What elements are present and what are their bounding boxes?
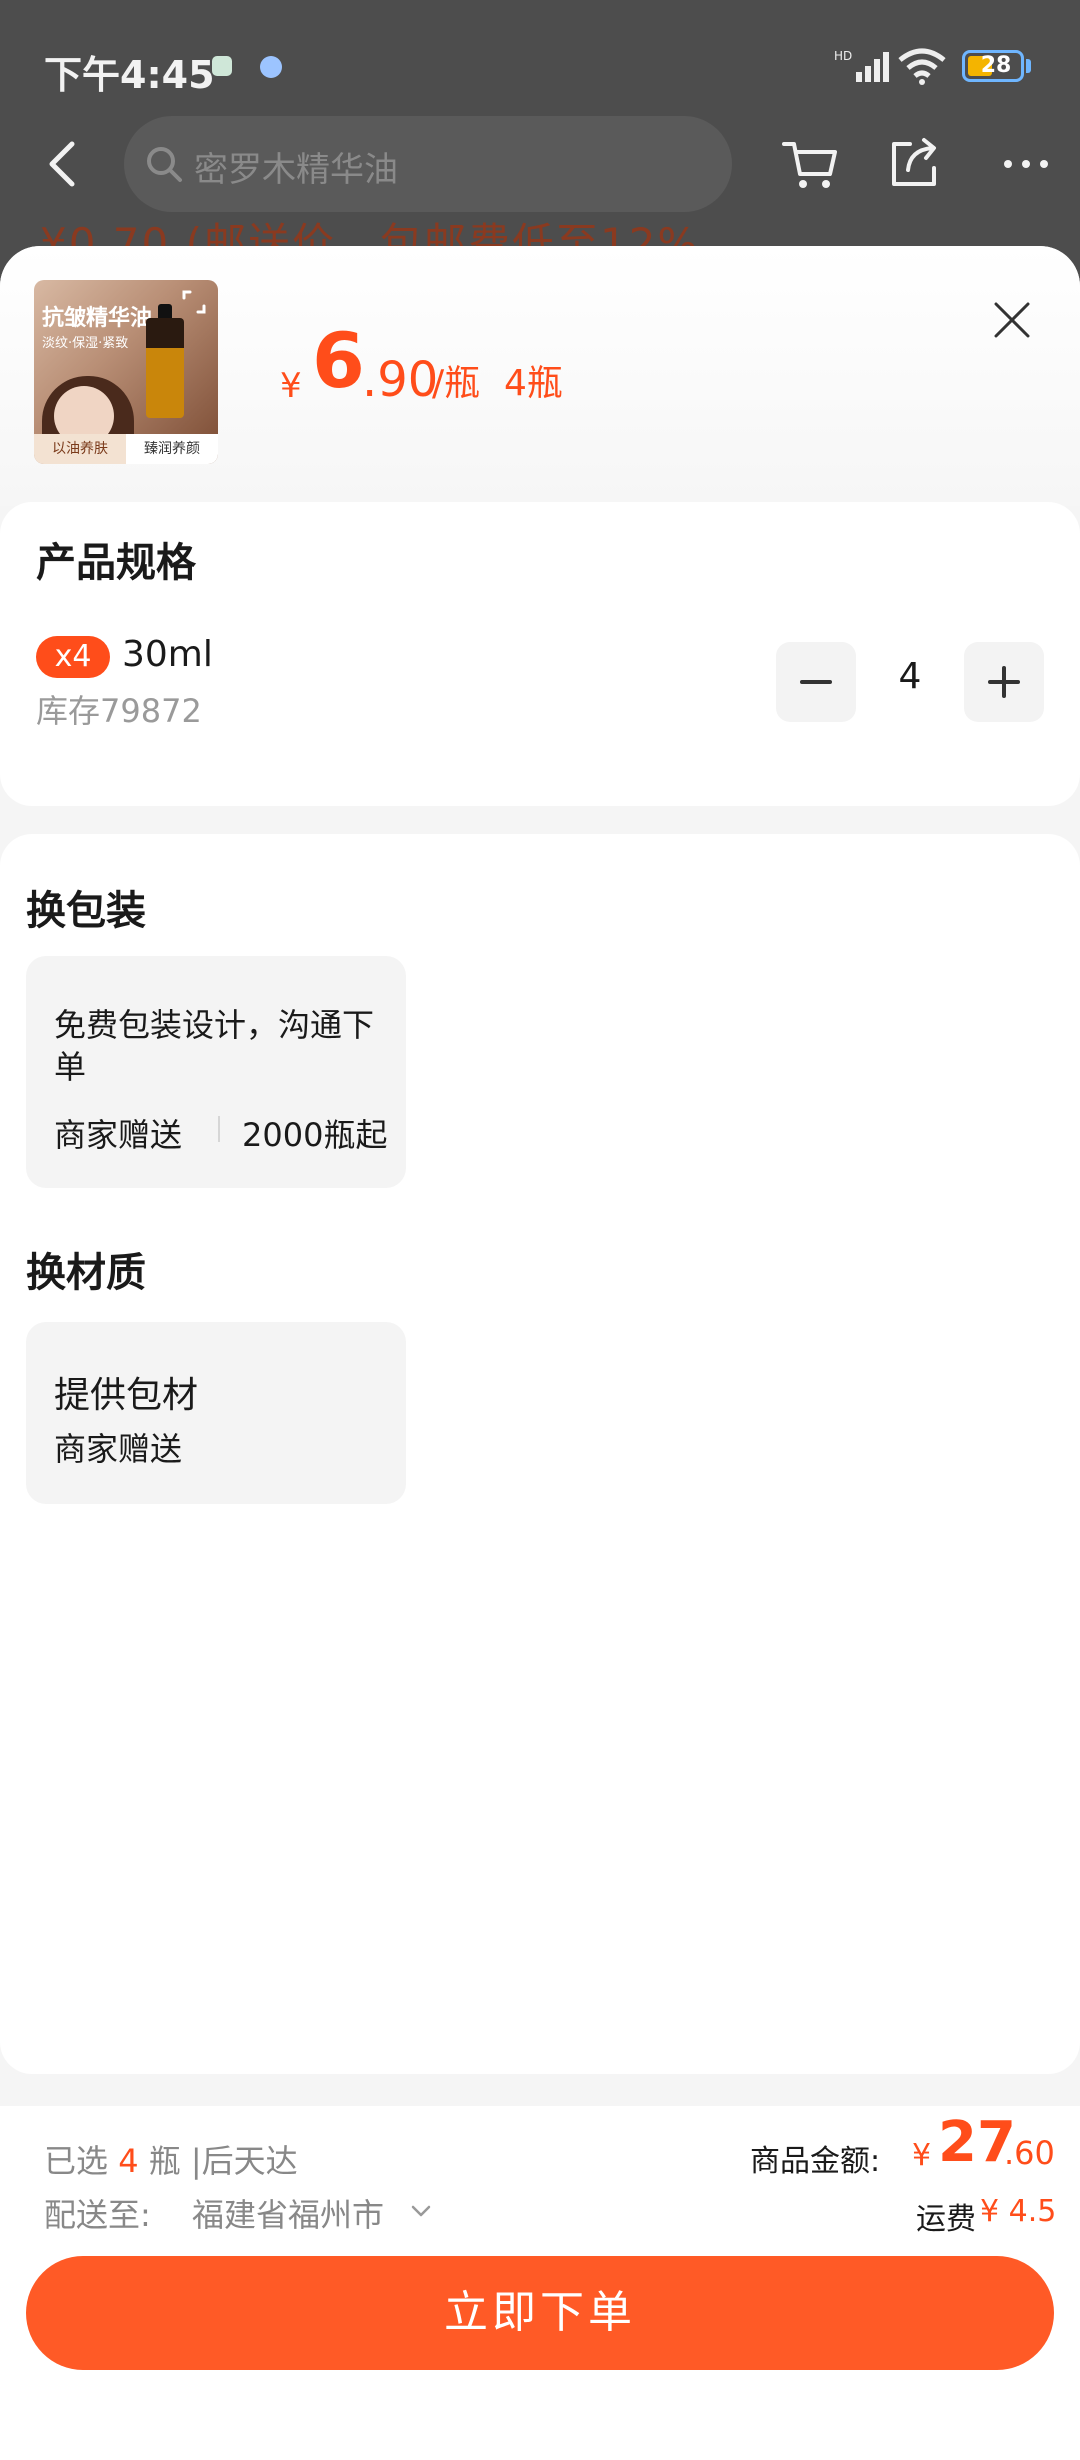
packaging-option-divider [218,1116,220,1142]
search-placeholder: 密罗木精华油 [194,150,398,190]
price-quantity: 4瓶 [504,363,563,404]
product-thumbnail[interactable]: 抗皱精华油 淡纹·保湿·紧致 以油养肤 臻润养颜 [34,280,218,464]
spec-stock: 库存79872 [36,692,202,730]
sheet-header: 抗皱精华油 淡纹·保湿·紧致 以油养肤 臻润养颜 ¥ 6 .90 /瓶 4瓶 [0,246,1080,506]
shipping-label: 运费 [916,2202,976,2237]
total-label: 商品金额: [750,2144,881,2179]
material-option-line1: 提供包材 [54,1375,199,1416]
more-icon[interactable] [996,134,1056,194]
notification-icon [212,56,232,76]
close-icon[interactable] [984,292,1040,348]
share-icon[interactable] [884,134,944,194]
signal-icon: HD [834,49,889,82]
status-time: 下午4:45 [44,53,215,97]
deliver-label: 配送至: [44,2196,151,2234]
back-button[interactable] [36,136,92,192]
quantity-value[interactable]: 4 [870,656,950,697]
spec-badge: x4 [36,636,110,678]
battery-level: 28 [980,53,1012,78]
spec-name[interactable]: 30ml [122,634,213,675]
price-decimal: .90 [362,352,439,408]
search-icon [147,147,182,182]
packaging-title: 换包装 [26,888,146,934]
selected-count: 4 [118,2142,139,2180]
thumb-subtitle: 淡纹·保湿·紧致 [42,336,129,351]
app-notification-icon [260,56,282,78]
deliver-city[interactable]: 福建省福州市 [192,2190,384,2236]
price-integer: 6 [312,316,365,405]
thumb-bottle [146,318,184,418]
thumb-footer-left: 以油养肤 [34,434,126,464]
svg-text:HD: HD [834,49,852,63]
order-now-button[interactable]: 立即下单 [26,2256,1054,2370]
decrease-button[interactable] [776,642,856,722]
spec-title: 产品规格 [36,540,196,586]
packaging-option-line2: 单 [54,1048,87,1086]
cart-icon[interactable] [780,134,840,194]
wifi-icon [898,48,946,85]
thumb-title: 抗皱精华油 [42,306,153,331]
total-decimal: .60 [1004,2134,1055,2172]
packaging-option-line1: 免费包装设计，沟通下 [54,1006,375,1044]
selected-summary: 已选 4 瓶 |后天达 [44,2136,298,2182]
chevron-down-icon[interactable] [408,2198,434,2224]
material-title: 换材质 [26,1250,146,1296]
price-unit: /瓶 [432,363,481,404]
battery-icon: 28 [962,50,1024,82]
top-nav: 密罗木精华油 [0,110,1080,220]
packaging-option-min: 2000瓶起 [242,1116,388,1154]
selected-prefix: 已选 [44,2142,109,2180]
total-currency: ¥ [912,2138,932,2173]
thumb-footer-right: 臻润养颜 [126,434,218,464]
packaging-option-note: 商家赠送 [54,1116,183,1154]
battery-nub [1026,59,1031,73]
selected-suffix: 瓶 |后天达 [148,2142,298,2180]
increase-button[interactable] [964,642,1044,722]
price-currency: ¥ [280,366,302,406]
expand-icon[interactable] [178,286,210,318]
shipping-value: ¥ 4.5 [980,2194,1057,2229]
material-option-line2: 商家赠送 [54,1430,183,1468]
search-input[interactable]: 密罗木精华油 [124,116,732,212]
